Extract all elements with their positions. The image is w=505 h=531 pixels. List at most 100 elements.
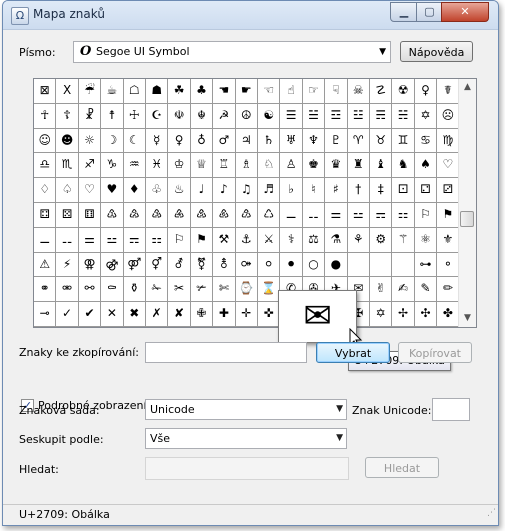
character-cell[interactable]: ☬ [190,103,214,129]
character-cell[interactable]: ♴ [123,203,146,228]
character-cell[interactable]: ♀ [414,79,438,104]
character-cell[interactable]: ♄ [258,128,281,154]
character-cell[interactable]: ♒ [123,153,146,179]
character-cell[interactable]: ♵ [146,203,169,228]
character-cell[interactable]: ⚌ [325,203,348,228]
character-cell[interactable]: ♡ [437,153,460,179]
character-cell[interactable]: ☮ [235,103,258,129]
character-cell[interactable]: Ⅹ [56,79,79,104]
character-cell[interactable]: ♃ [235,128,258,154]
character-grid[interactable]: ⊠ Ⅹ ☔ ☕ ☖ ☗ ☘ ♣ ☚ ☛ ☜ ☝ ☞ ☟ ☠ ☡ ☢ ♀ ☤ ☥ ☦ ☧ ☨ ☩ ☪ ☫ ☬ ☭ ☮ ☯ ☰ ☱ ☲ ☳ ☴ ☵ ✡ ☹ ☺ ☻… [33,78,477,328]
character-cell[interactable]: ⚅ [78,203,102,228]
character-cell[interactable]: ⚊ [34,227,57,253]
character-cell[interactable]: ⊶ [414,252,438,278]
character-cell[interactable]: ☥ [34,103,57,129]
character-cell[interactable]: ☔ [78,79,102,104]
character-cell[interactable]: ⚀ [392,178,415,203]
character-cell[interactable]: ⚔ [258,227,281,253]
character-cell[interactable]: ☦ [56,103,79,129]
select-button[interactable]: Vybrat [316,342,390,363]
character-cell[interactable]: ♈ [347,128,370,154]
character-cell[interactable]: ☰ [280,103,303,129]
character-cell[interactable]: ⚐ [168,227,191,253]
character-cell[interactable]: ♂ [213,128,236,154]
character-cell[interactable]: ⚩ [235,252,258,278]
scroll-thumb[interactable] [460,211,474,227]
character-cell[interactable]: ☩ [123,103,146,129]
search-field[interactable] [145,457,349,480]
character-cell[interactable]: ✄ [213,277,236,303]
character-cell[interactable]: ☟ [325,79,348,104]
character-cell[interactable]: ☼ [78,128,102,154]
character-cell[interactable]: ⚎ [123,227,146,253]
scroll-up-icon[interactable]: ▲ [459,79,476,96]
character-cell[interactable]: ☪ [146,103,169,129]
character-cell[interactable]: ♘ [258,153,281,179]
character-cell[interactable]: ✌ [370,277,393,303]
character-cell[interactable]: ● [325,252,348,278]
maximize-button[interactable]: ▢ [416,2,443,22]
copy-field[interactable] [145,342,307,363]
character-cell[interactable]: ✤ [437,302,460,327]
resize-grip-icon[interactable]: ⋰ [487,503,496,523]
character-cell[interactable]: ⚌ [78,227,102,253]
character-cell[interactable]: ⚄ [56,203,79,228]
character-cell[interactable]: ⚤ [123,252,146,278]
character-cell[interactable]: ⚠ [34,252,57,278]
character-cell[interactable]: ♪ [213,178,236,203]
character-cell[interactable]: ⚧ [190,252,214,278]
character-cell[interactable]: ⚗ [325,227,348,253]
character-cell[interactable]: ⚊ [280,203,303,228]
character-cell[interactable]: ⚙ [370,227,393,253]
charset-dropdown[interactable]: Unicode ▼ [145,399,347,420]
character-cell[interactable]: ♩ [190,178,214,203]
character-cell[interactable]: ♇ [325,128,348,154]
font-dropdown[interactable]: O Segoe UI Symbol ▼ [73,41,391,63]
character-cell[interactable]: ☲ [325,103,348,129]
character-cell[interactable]: ⚍ [101,227,124,253]
search-button[interactable]: Hledat [365,457,439,478]
character-cell[interactable]: ⚰ [101,277,124,303]
character-cell[interactable]: ☻ [56,128,79,154]
character-cell[interactable]: ♬ [258,178,281,203]
character-cell[interactable]: ⚭ [34,277,57,303]
character-cell[interactable]: ☫ [168,103,191,129]
title-bar[interactable]: Ω Mapa znaků ▁ ▢ ✕ [3,1,498,30]
character-cell[interactable]: ☿ [146,128,169,154]
character-cell[interactable]: ♓ [146,153,169,179]
character-cell[interactable]: ⌚ [235,277,258,303]
character-cell[interactable]: ⊸ [34,302,57,327]
character-cell[interactable]: ♋ [414,128,438,154]
character-cell[interactable]: ⚒ [213,227,236,253]
unicode-field[interactable] [432,398,470,421]
character-cell[interactable]: ⚓ [235,227,258,253]
character-cell[interactable]: ☴ [370,103,393,129]
character-cell[interactable]: ♎ [34,153,57,179]
character-cell[interactable]: ♍ [437,128,460,154]
character-cell[interactable]: ⚋ [56,227,79,253]
character-grid-cells[interactable]: ⊠ Ⅹ ☔ ☕ ☖ ☗ ☘ ♣ ☚ ☛ ☜ ☝ ☞ ☟ ☠ ☡ ☢ ♀ ☤ ☥ ☦ ☧ ☨ ☩ ☪ ☫ ☬ ☭ ☮ ☯ ☰ ☱ ☲ ☳ ☴ ☵ ✡ ☹ ☺ ☻… [34,79,460,327]
character-cell[interactable] [370,252,393,278]
character-cell[interactable]: ♯ [325,178,348,203]
character-cell[interactable]: ♆ [302,128,326,154]
character-cell[interactable]: ♞ [392,153,415,179]
character-cell[interactable]: ⚛ [414,227,438,253]
character-cell[interactable]: ♖ [213,153,236,179]
character-cell[interactable]: ⚜ [437,227,460,253]
character-cell[interactable]: ♉ [370,128,393,154]
character-cell[interactable]: ✓ [56,302,79,327]
character-cell[interactable]: ✡ [370,302,393,327]
character-cell[interactable]: ⚘ [347,227,370,253]
character-cell[interactable]: ⚨ [213,252,236,278]
character-cell[interactable]: ✙ [190,302,214,327]
character-cell[interactable]: ☵ [392,103,415,129]
character-cell[interactable]: ♏ [56,153,79,179]
character-cell[interactable]: ✎ [414,277,438,303]
character-cell[interactable]: ☠ [347,79,370,104]
character-cell[interactable]: ⚦ [168,252,191,278]
character-cell[interactable]: ♶ [168,203,191,228]
character-cell[interactable]: ☕ [101,79,124,104]
character-cell[interactable]: ⚥ [146,252,169,278]
character-cell[interactable]: ♜ [347,153,370,179]
groupby-dropdown[interactable]: Vše ▼ [145,428,347,449]
